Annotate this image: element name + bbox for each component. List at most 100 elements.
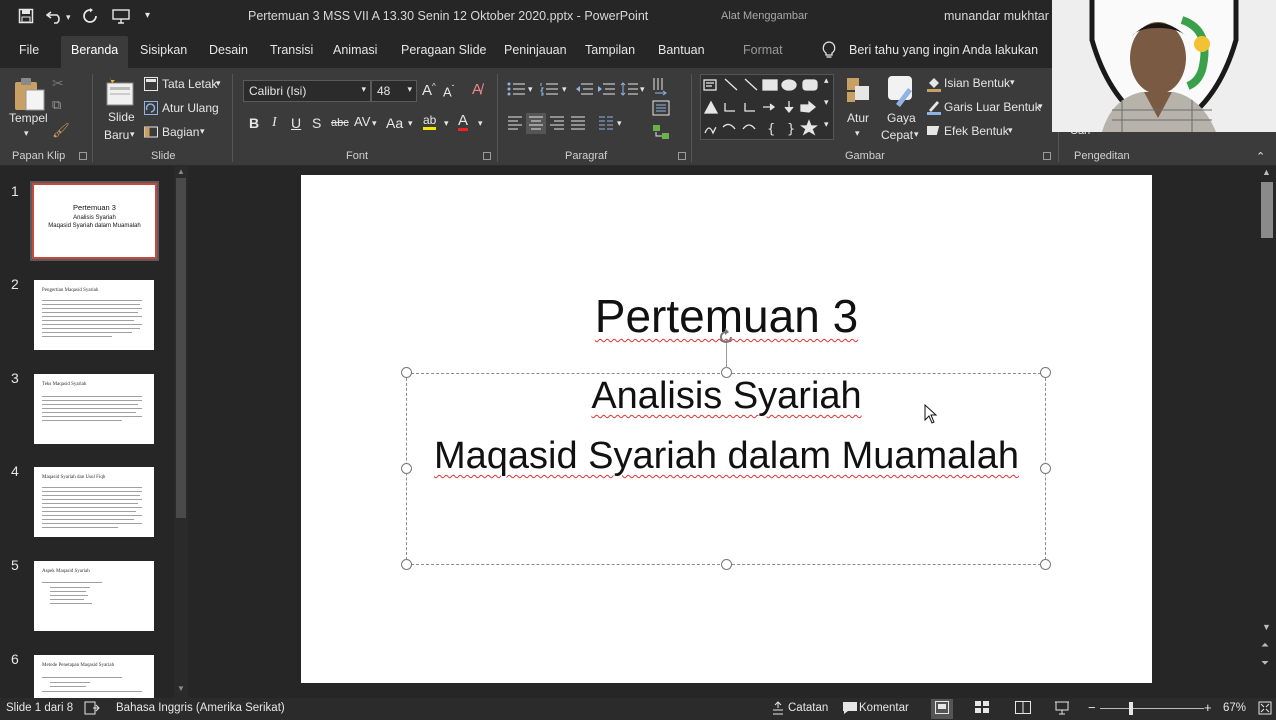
quick-styles-label-1[interactable]: Gaya (887, 111, 916, 125)
section-icon[interactable] (144, 125, 158, 141)
shape-fill-icon[interactable] (927, 76, 941, 94)
font-family-select[interactable]: Calibri (Isi) ▾ (243, 80, 371, 102)
normal-view-icon[interactable] (931, 699, 953, 719)
cut-icon[interactable]: ✂ (52, 76, 64, 90)
rotate-icon[interactable] (716, 327, 736, 352)
resize-handle-top[interactable] (721, 367, 732, 378)
notes-icon[interactable] (771, 701, 785, 718)
resize-handle-top-right[interactable] (1040, 367, 1051, 378)
slide-sorter-icon[interactable] (975, 701, 989, 717)
slide-thumbnail-1[interactable]: Pertemuan 3 Analisis Syariah Maqasid Sya… (30, 181, 159, 261)
tab-format[interactable]: Format (743, 43, 783, 57)
copy-icon[interactable]: ⧉ (52, 98, 61, 111)
chevron-down-icon[interactable]: ▾ (824, 98, 829, 107)
scrollbar-thumb[interactable] (1261, 182, 1273, 238)
align-text-icon[interactable] (652, 100, 670, 118)
next-slide-icon[interactable]: ⏷ (1261, 658, 1269, 669)
quick-styles-label-2[interactable]: Cepat (881, 128, 913, 142)
resize-handle-bottom-left[interactable] (401, 559, 412, 570)
resize-handle-left[interactable] (401, 463, 412, 474)
paste-dropdown-icon[interactable]: ▾ (24, 128, 29, 139)
tab-home[interactable]: Beranda (61, 36, 129, 68)
paste-icon[interactable] (12, 76, 46, 114)
new-slide-label-1[interactable]: Slide (108, 110, 135, 124)
text-shadow-button[interactable]: S (312, 116, 321, 130)
change-case-button[interactable]: Aa (386, 116, 403, 130)
fit-to-window-icon[interactable] (1258, 701, 1272, 718)
comments-button[interactable]: Komentar (859, 702, 909, 714)
zoom-out-button[interactable]: − (1088, 700, 1096, 715)
slide-thumbnail-5[interactable]: Aspek Maqasid Syariah (34, 561, 154, 631)
slide-thumbnail-2[interactable]: Pengertian Maqasid Syariah (34, 280, 154, 350)
chevron-down-icon[interactable]: ▾ (562, 85, 567, 94)
new-slide-dropdown-icon[interactable]: ▾ (130, 129, 135, 140)
bold-button[interactable]: B (249, 116, 259, 130)
paragraph-launcher-icon[interactable] (678, 152, 686, 160)
arrange-icon[interactable] (845, 76, 873, 108)
slide-show-icon[interactable] (1054, 701, 1070, 718)
underline-button[interactable]: U (291, 116, 301, 130)
zoom-slider-thumb[interactable] (1129, 702, 1133, 715)
new-slide-icon[interactable] (104, 75, 136, 111)
save-icon[interactable] (18, 8, 34, 28)
decrease-indent-icon[interactable] (575, 82, 593, 98)
section-label[interactable]: Bagian (162, 125, 199, 139)
layout-dropdown-icon[interactable]: ▾ (216, 78, 221, 89)
resize-handle-bottom-right[interactable] (1040, 559, 1051, 570)
text-direction-icon[interactable] (652, 76, 668, 98)
zoom-level[interactable]: 67% (1223, 702, 1246, 714)
clipboard-launcher-icon[interactable] (79, 152, 87, 160)
bullets-icon[interactable] (507, 82, 525, 98)
resize-handle-top-left[interactable] (401, 367, 412, 378)
tab-transitions[interactable]: Transisi (270, 43, 313, 57)
layout-icon[interactable] (144, 77, 158, 93)
slide-thumbnail-6[interactable]: Metode Penetapan Maqasid Syariah (34, 655, 154, 698)
undo-dropdown-icon[interactable]: ▾ (66, 12, 71, 23)
line-spacing-icon[interactable] (620, 82, 638, 98)
tab-insert[interactable]: Sisipkan (140, 43, 187, 57)
new-slide-label-2[interactable]: Baru (104, 128, 129, 142)
resize-handle-right[interactable] (1040, 463, 1051, 474)
collapse-ribbon-icon[interactable]: ⌃ (1256, 152, 1265, 163)
shape-effects-dropdown-icon[interactable]: ▾ (1008, 125, 1013, 136)
italic-button[interactable]: I (272, 116, 277, 130)
shape-fill-label[interactable]: Isian Bentuk (944, 76, 1010, 90)
notes-button[interactable]: Catatan (788, 702, 828, 714)
zoom-in-button[interactable]: + (1204, 700, 1212, 715)
zoom-slider[interactable] (1100, 708, 1204, 709)
shrink-font-icon[interactable]: Aˇ (443, 85, 454, 99)
arrange-label[interactable]: Atur (847, 111, 869, 125)
justify-icon[interactable] (570, 116, 586, 132)
drawing-launcher-icon[interactable] (1043, 152, 1051, 160)
tab-slide-show[interactable]: Peragaan Slide (401, 43, 486, 57)
numbering-icon[interactable] (540, 82, 558, 98)
highlight-button[interactable]: ab (423, 114, 437, 130)
tab-view[interactable]: Tampilan (585, 43, 635, 57)
scroll-up-icon[interactable]: ▲ (177, 167, 185, 176)
arrange-dropdown-icon[interactable]: ▾ (855, 128, 860, 139)
scrollbar-thumb[interactable] (176, 178, 186, 518)
quick-styles-icon[interactable] (886, 74, 916, 110)
tab-review[interactable]: Peninjauan (504, 43, 567, 57)
scroll-down-icon[interactable]: ▼ (177, 684, 185, 693)
chevron-down-icon[interactable]: ▾ (372, 119, 377, 128)
chevron-up-icon[interactable]: ▴ (824, 76, 829, 85)
paste-label[interactable]: Tempel (9, 111, 48, 125)
chevron-down-icon[interactable]: ▾ (528, 85, 533, 94)
shape-outline-icon[interactable] (927, 99, 941, 117)
align-right-icon[interactable] (549, 116, 565, 132)
quick-styles-dropdown-icon[interactable]: ▾ (914, 129, 919, 140)
reset-label[interactable]: Atur Ulang (162, 101, 219, 115)
chevron-down-icon[interactable]: ▾ (640, 85, 645, 94)
scroll-down-icon[interactable]: ▼ (1262, 622, 1271, 632)
scroll-up-icon[interactable]: ▲ (1262, 167, 1271, 177)
chevron-down-icon[interactable]: ▾ (478, 119, 483, 128)
accessibility-icon[interactable] (84, 701, 100, 718)
shape-fill-dropdown-icon[interactable]: ▾ (1010, 77, 1015, 88)
shape-effects-icon[interactable] (924, 123, 941, 139)
tab-design[interactable]: Desain (209, 43, 248, 57)
slide-thumbnail-4[interactable]: Maqasid Syariah dan Usul Fiqh (34, 467, 154, 537)
character-spacing-button[interactable]: AV (354, 115, 370, 128)
more-shapes-icon[interactable]: ▾ (824, 120, 829, 129)
shape-outline-dropdown-icon[interactable]: ▾ (1038, 101, 1043, 112)
